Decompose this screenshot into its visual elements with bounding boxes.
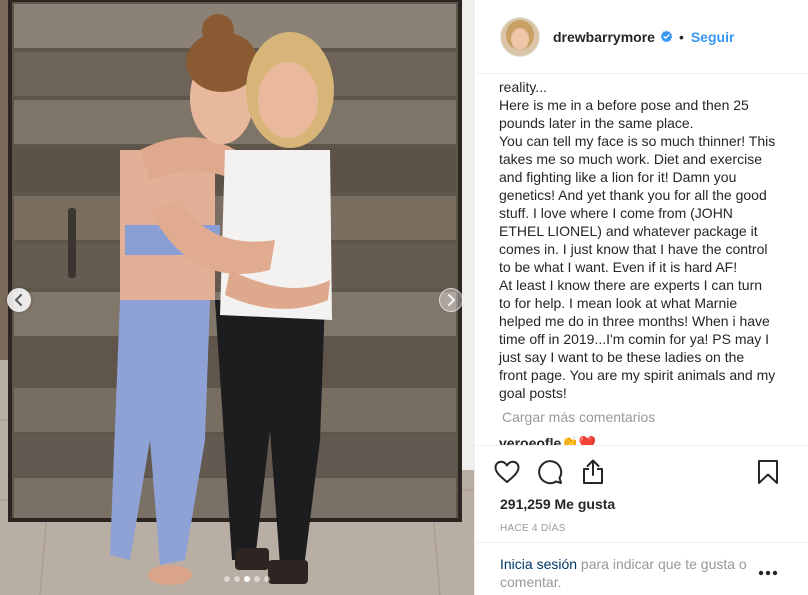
comment-button[interactable] <box>535 457 565 487</box>
like-count[interactable]: 291,259 Me gusta <box>500 496 615 512</box>
post-header: drewbarrymore • Seguir <box>475 0 808 74</box>
chevron-right-icon <box>448 294 455 306</box>
author-username[interactable]: drewbarrymore <box>553 29 655 45</box>
caption-line: goal posts! <box>499 385 567 401</box>
verified-badge-icon <box>660 30 673 43</box>
caption-line: helped me do in three months! When i hav… <box>499 313 770 329</box>
speech-bubble-icon <box>538 460 563 485</box>
post-photo <box>0 0 474 595</box>
share-button[interactable] <box>578 457 608 487</box>
caption-line: Here is me in a before pose and then 25 <box>499 97 749 113</box>
carousel-dot <box>224 576 230 582</box>
caption-line: ETHEL LIONEL) and whatever package it <box>499 223 758 239</box>
caption-line: reality... <box>499 79 547 95</box>
comment-footer: Inicia sesión para indicar que te gusta … <box>475 542 808 595</box>
carousel-dot <box>264 576 270 582</box>
caption-line: You can tell my face is so much thinner!… <box>499 133 776 149</box>
more-options-button[interactable] <box>753 561 783 585</box>
login-prompt: Inicia sesión para indicar que te gusta … <box>500 555 762 591</box>
avatar-image <box>500 16 540 57</box>
previous-slide-button[interactable] <box>7 288 31 312</box>
load-more-comments-button[interactable]: Cargar más comentarios <box>502 409 655 425</box>
caption-line: front page. You are my spirit animals an… <box>499 367 776 383</box>
avatar[interactable] <box>500 16 540 57</box>
caption-line: to for help. I mean look at what Marnie <box>499 295 738 311</box>
like-button[interactable] <box>492 457 522 487</box>
carousel-indicator <box>0 576 474 582</box>
carousel-dot <box>254 576 260 582</box>
post-timestamp[interactable]: HACE 4 DÍAS <box>500 523 566 534</box>
comment-emoji: 👏❤️ <box>561 435 597 446</box>
post-caption: reality... Here is me in a before pose an… <box>499 78 803 402</box>
follow-button[interactable]: Seguir <box>691 29 735 45</box>
post-media[interactable] <box>0 0 474 595</box>
caption-line: just say I want to be these ladies on th… <box>499 349 745 365</box>
carousel-dot <box>244 576 250 582</box>
chevron-left-icon <box>15 294 22 306</box>
save-button[interactable] <box>753 457 783 487</box>
comments-area[interactable]: reality... Here is me in a before pose an… <box>475 74 808 446</box>
caption-line: time off in 2019...I'm comin for ya! PS … <box>499 331 770 347</box>
header-separator: • <box>678 28 684 45</box>
comment-username[interactable]: veroeofle <box>499 435 561 445</box>
heart-outline-icon <box>494 460 520 483</box>
carousel-dot <box>234 576 240 582</box>
comment-preview: veroeofle👏❤️ <box>499 435 597 446</box>
caption-line: and fighting like a lion for it! Damn yo… <box>499 169 737 185</box>
post-details-panel: drewbarrymore • Seguir reality... Here is… <box>474 0 808 595</box>
post-actions <box>475 453 808 493</box>
caption-line: stuff. I love where I come from (JOHN <box>499 205 733 221</box>
caption-line: pounds later in the same place. <box>499 115 694 131</box>
login-link[interactable]: Inicia sesión <box>500 556 577 572</box>
caption-line: to be what I want. Even if it is hard AF… <box>499 259 738 275</box>
share-upload-icon <box>583 459 603 484</box>
caption-line: takes me so much work. Diet and exercise <box>499 151 762 167</box>
caption-line: genetics! And yet thank you for all the … <box>499 187 767 203</box>
next-slide-button[interactable] <box>439 288 463 312</box>
caption-line: At least I know there are experts I can … <box>499 277 763 293</box>
bookmark-icon <box>758 460 778 484</box>
caption-line: comes in. I just know that I have the co… <box>499 241 768 257</box>
ellipsis-icon <box>758 570 778 576</box>
